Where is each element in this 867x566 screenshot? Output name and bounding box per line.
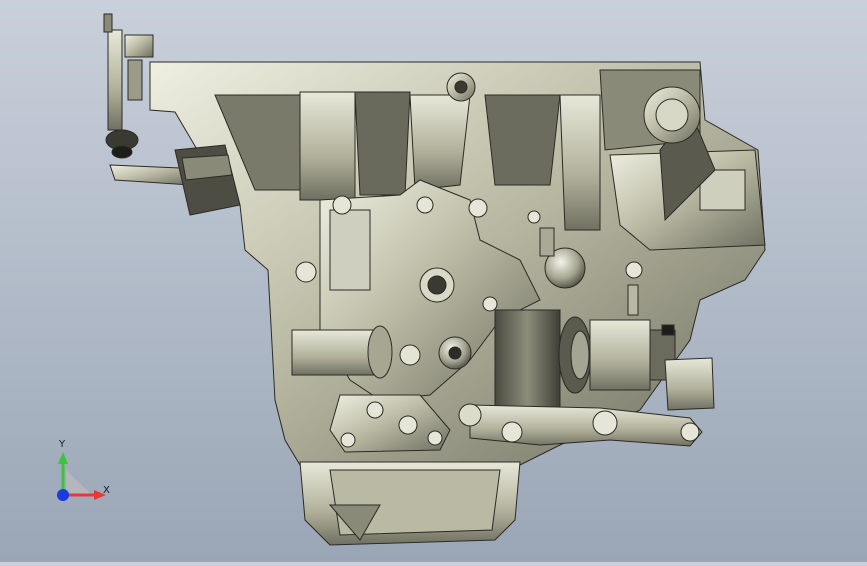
- oil-pan: [299, 461, 521, 546]
- triad-x-label: X: [103, 485, 110, 496]
- coordinate-triad: [48, 440, 118, 510]
- triad-y-label: Y: [59, 439, 66, 450]
- triad-axes-icon: [57, 452, 106, 501]
- gearbox-model[interactable]: [0, 0, 867, 562]
- graphics-viewport[interactable]: Y X: [0, 0, 867, 562]
- shift-lever: [458, 403, 703, 447]
